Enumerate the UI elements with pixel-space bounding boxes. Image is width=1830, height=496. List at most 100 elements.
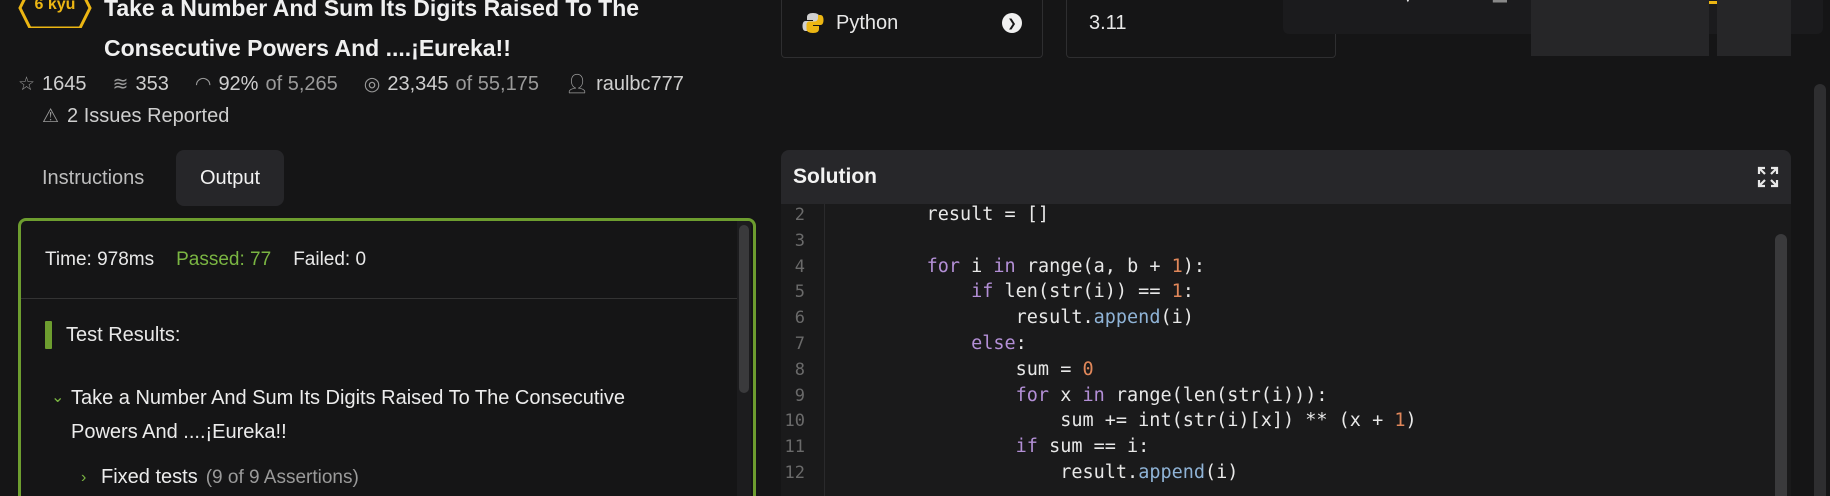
output-scroll-thumb[interactable] (739, 225, 749, 393)
stack-icon: ≋ (112, 73, 129, 95)
solution-header: Solution (781, 150, 1791, 204)
code-token: sum += int(str(i)[x]) ** (x + (882, 410, 1395, 432)
describe-title: Take a Number And Sum Its Digits Raised … (71, 387, 625, 443)
warning-icon: ⚠ (42, 106, 60, 127)
user-icon: 👤︎ (564, 74, 590, 95)
code-editor[interactable]: 2 result = [] 3 4 for i in range(a, b + 1)… (781, 204, 1791, 496)
code-line[interactable]: 8 sum = 0 (781, 357, 1094, 383)
code-token: range(len(str(i))): (1104, 384, 1328, 406)
bell-icon[interactable]: ▁ (1493, 0, 1507, 3)
test-results-label: Test Results: (66, 323, 181, 346)
editor-scrollbar[interactable] (1769, 204, 1791, 496)
code-token: sum == i: (1037, 436, 1150, 458)
kyu-rank-label: 6 kyu (34, 0, 76, 13)
code-token: 1 (1171, 281, 1183, 303)
line-number: 5 (794, 282, 805, 303)
code-token: : (1015, 333, 1027, 354)
run-time: Time: 978ms (45, 248, 155, 270)
line-number: 8 (794, 359, 805, 380)
code-token: in (1082, 384, 1105, 406)
test-results-heading: Test Results: (45, 321, 180, 349)
code-token: 1 (1394, 410, 1406, 432)
tab-output[interactable]: Output (176, 150, 285, 206)
chevron-right-icon: › (81, 468, 87, 486)
code-token: result. (882, 462, 1139, 483)
code-token: len(str(i)) == (993, 281, 1172, 303)
star-outline-icon: ☆ (18, 73, 36, 95)
code-token: result. (882, 307, 1094, 329)
gauge-icon: ◠ (194, 73, 212, 95)
satisfaction-total: of 5,265 (265, 72, 338, 95)
code-line[interactable]: 6 result. append (i) (781, 305, 1194, 331)
code-token: (i) (1205, 462, 1239, 483)
code-line[interactable]: 2 result = [] (781, 204, 1049, 228)
line-number: 12 (784, 463, 805, 483)
version-value: 3.11 (1089, 12, 1127, 34)
output-scrollbar[interactable] (737, 221, 751, 496)
author-stat[interactable]: 👤︎ raulbc777 (565, 72, 684, 96)
code-line[interactable]: 3 (781, 228, 882, 254)
fixed-tests-group[interactable]: › Fixed tests (9 of 9 Assertions) (81, 466, 359, 489)
expand-icon[interactable] (1757, 166, 1779, 188)
code-line[interactable]: 12 result. append (i) (781, 460, 1239, 486)
line-number: 7 (794, 334, 805, 354)
language-value: Python (836, 12, 899, 34)
passed-count: Passed: 77 (176, 248, 272, 270)
code-token: in (993, 255, 1016, 277)
code-line[interactable]: 4 for i in range(a, b + 1): (781, 254, 1205, 280)
code-token: append (1138, 462, 1206, 483)
solution-title: Solution (793, 165, 877, 188)
kata-stats: ☆ 1645 ≋ 353 ◠ 92% of 5,265 ◎ 23,345 of … (18, 72, 684, 96)
author-link[interactable]: raulbc777 (596, 73, 684, 96)
toolbar-button-block-small[interactable] (1717, 0, 1791, 56)
fixed-tests-label: Fixed tests (101, 466, 198, 488)
code-line[interactable]: 5 if len(str(i)) == 1: (781, 279, 1194, 305)
issues-link[interactable]: ⚠ 2 Issues Reported (42, 105, 229, 128)
language-select[interactable]: Python ❯ (781, 0, 1043, 58)
code-line[interactable]: 9 for x in range(len(str(i))): (781, 383, 1328, 409)
code-token: if (1015, 436, 1038, 458)
code-token: ): (1182, 255, 1206, 277)
editor-scroll-thumb[interactable] (1775, 234, 1787, 496)
code-token: : (1182, 281, 1194, 303)
code-line[interactable]: 11 if sum == i: (781, 434, 1150, 460)
chevron-down-icon: ⌄ (51, 389, 65, 406)
line-number: 2 (794, 205, 805, 225)
code-token: result = [] (882, 204, 1050, 225)
line-number: 6 (794, 308, 805, 329)
chevron-down-circle-icon: ❯ (1002, 13, 1022, 33)
code-line[interactable]: 7 else: (781, 331, 1027, 357)
code-token: else (971, 333, 1016, 354)
page-scrollbar-thumb[interactable] (1814, 84, 1826, 496)
line-number: 9 (794, 385, 805, 406)
failed-count: Failed: 0 (293, 248, 367, 270)
stars-stat[interactable]: ☆ 1645 (18, 73, 87, 96)
python-icon (802, 12, 824, 34)
tab-instructions[interactable]: Instructions (18, 150, 168, 206)
stars-count: 1645 (42, 72, 87, 95)
bookmark-icon[interactable]: ▼ (1397, 0, 1419, 8)
describe-block[interactable]: ⌄ Take a Number And Sum Its Digits Raise… (51, 381, 691, 449)
code-token: sum = (882, 358, 1083, 380)
kata-title: Take a Number And Sum Its Digits Raised … (104, 0, 640, 61)
code-token: i (959, 255, 994, 277)
collections-stat[interactable]: ≋ 353 (113, 73, 169, 96)
code-token: (i) (1160, 307, 1194, 329)
line-number: 10 (784, 411, 805, 432)
code-token: x (1049, 384, 1083, 406)
code-token: 0 (1082, 358, 1094, 380)
code-token: append (1093, 307, 1161, 329)
satisfaction-stat: ◠ 92% of 5,265 (195, 73, 338, 96)
run-summary: Time: 978ms Passed: 77 Failed: 0 (21, 221, 741, 299)
code-token: for (1015, 384, 1050, 406)
code-line[interactable]: 10 sum += int(str(i)[x]) ** (x + 1) (781, 408, 1417, 434)
collections-count: 353 (135, 72, 169, 95)
toolbar-button-block[interactable] (1531, 0, 1709, 56)
line-number: 4 (794, 256, 805, 277)
issues-label: 2 Issues Reported (67, 105, 230, 127)
kyu-rank-badge: 6 kyu (18, 0, 92, 28)
